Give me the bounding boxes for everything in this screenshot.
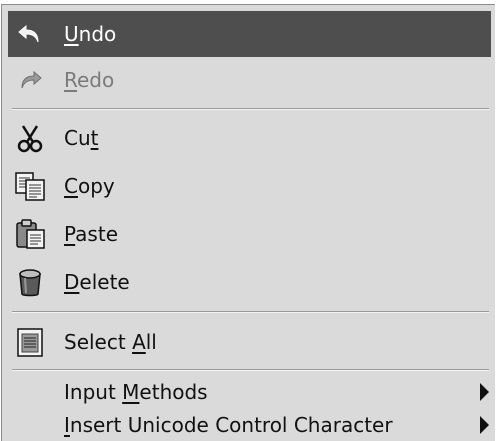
menu-item-label: Undo <box>64 22 117 46</box>
menu-item-label: Cut <box>64 126 99 150</box>
menu-item-cut[interactable]: Cut <box>8 115 491 161</box>
menu-item-paste[interactable]: Paste <box>8 211 491 257</box>
menu-item-label: Insert Unicode Control Character <box>64 413 393 437</box>
menu-item-delete[interactable]: Delete <box>8 259 491 305</box>
copy-icon <box>14 170 46 202</box>
context-menu: Undo Redo Cut Copy Paste Delete Select A… <box>1 4 495 441</box>
menu-item-label: Select All <box>64 330 157 354</box>
paste-icon <box>14 218 46 250</box>
menu-item-label: Paste <box>64 222 118 246</box>
menu-item-label: Delete <box>64 270 130 294</box>
redo-icon <box>14 64 46 96</box>
menu-item-undo[interactable]: Undo <box>8 11 491 57</box>
submenu-arrow-icon <box>480 383 489 401</box>
trash-icon <box>14 266 46 298</box>
submenu-arrow-icon <box>480 416 489 434</box>
menu-item-label: Redo <box>64 68 115 92</box>
menu-item-copy[interactable]: Copy <box>8 163 491 209</box>
menu-separator <box>12 311 489 313</box>
menu-separator <box>12 108 489 110</box>
menu-item-label: Input Methods <box>64 380 208 404</box>
scissors-icon <box>14 122 46 154</box>
undo-icon <box>14 18 46 50</box>
menu-item-insert-unicode[interactable]: Insert Unicode Control Character <box>8 402 491 441</box>
menu-item-label: Copy <box>64 174 115 198</box>
menu-item-select-all[interactable]: Select All <box>8 319 491 365</box>
menu-item-redo[interactable]: Redo <box>8 57 491 103</box>
select-all-icon <box>14 326 46 358</box>
